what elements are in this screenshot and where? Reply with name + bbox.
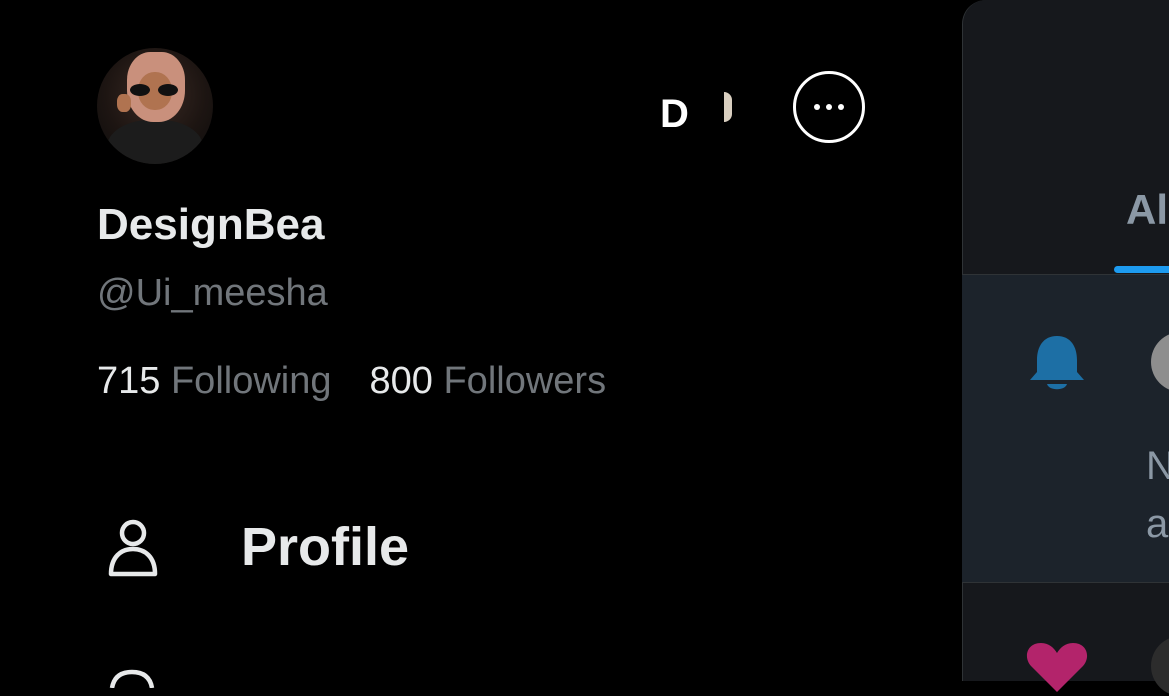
following-link[interactable]: 715 Following — [97, 360, 332, 403]
avatar-glasses — [130, 84, 180, 96]
person-icon — [108, 519, 158, 577]
heart-icon — [1026, 643, 1088, 692]
user-handle: @Ui_meesha — [97, 272, 328, 314]
switch-account-initial[interactable]: D — [660, 88, 689, 140]
tab-active-indicator — [1114, 266, 1169, 273]
tab-all[interactable]: Al — [1126, 186, 1168, 234]
nav-item-label: Profile — [241, 517, 410, 577]
follow-stats: 715 Following 800 Followers — [97, 360, 606, 403]
notification-text-line2: a — [1146, 502, 1169, 546]
next-nav-icon — [109, 669, 155, 688]
notification-row[interactable] — [962, 275, 1169, 582]
other-account-avatar[interactable] — [724, 92, 732, 122]
display-name: DesignBea — [97, 200, 325, 249]
followers-label: Followers — [443, 360, 607, 402]
avatar[interactable] — [97, 48, 213, 164]
more-icon — [814, 104, 820, 110]
followers-link[interactable]: 800 Followers — [370, 360, 607, 403]
side-drawer: D DesignBea @Ui_meesha 715 Following 800… — [0, 0, 962, 688]
bell-icon — [1030, 336, 1084, 390]
avatar-hand — [117, 94, 131, 112]
more-options-button[interactable] — [793, 71, 865, 143]
following-count: 715 — [97, 360, 161, 402]
avatar-body — [107, 120, 203, 164]
nav-item-profile[interactable]: Profile — [105, 516, 409, 578]
following-label: Following — [170, 360, 332, 402]
followers-count: 800 — [369, 360, 433, 402]
row-divider — [962, 582, 1169, 583]
notification-text-line1: N — [1146, 444, 1169, 488]
